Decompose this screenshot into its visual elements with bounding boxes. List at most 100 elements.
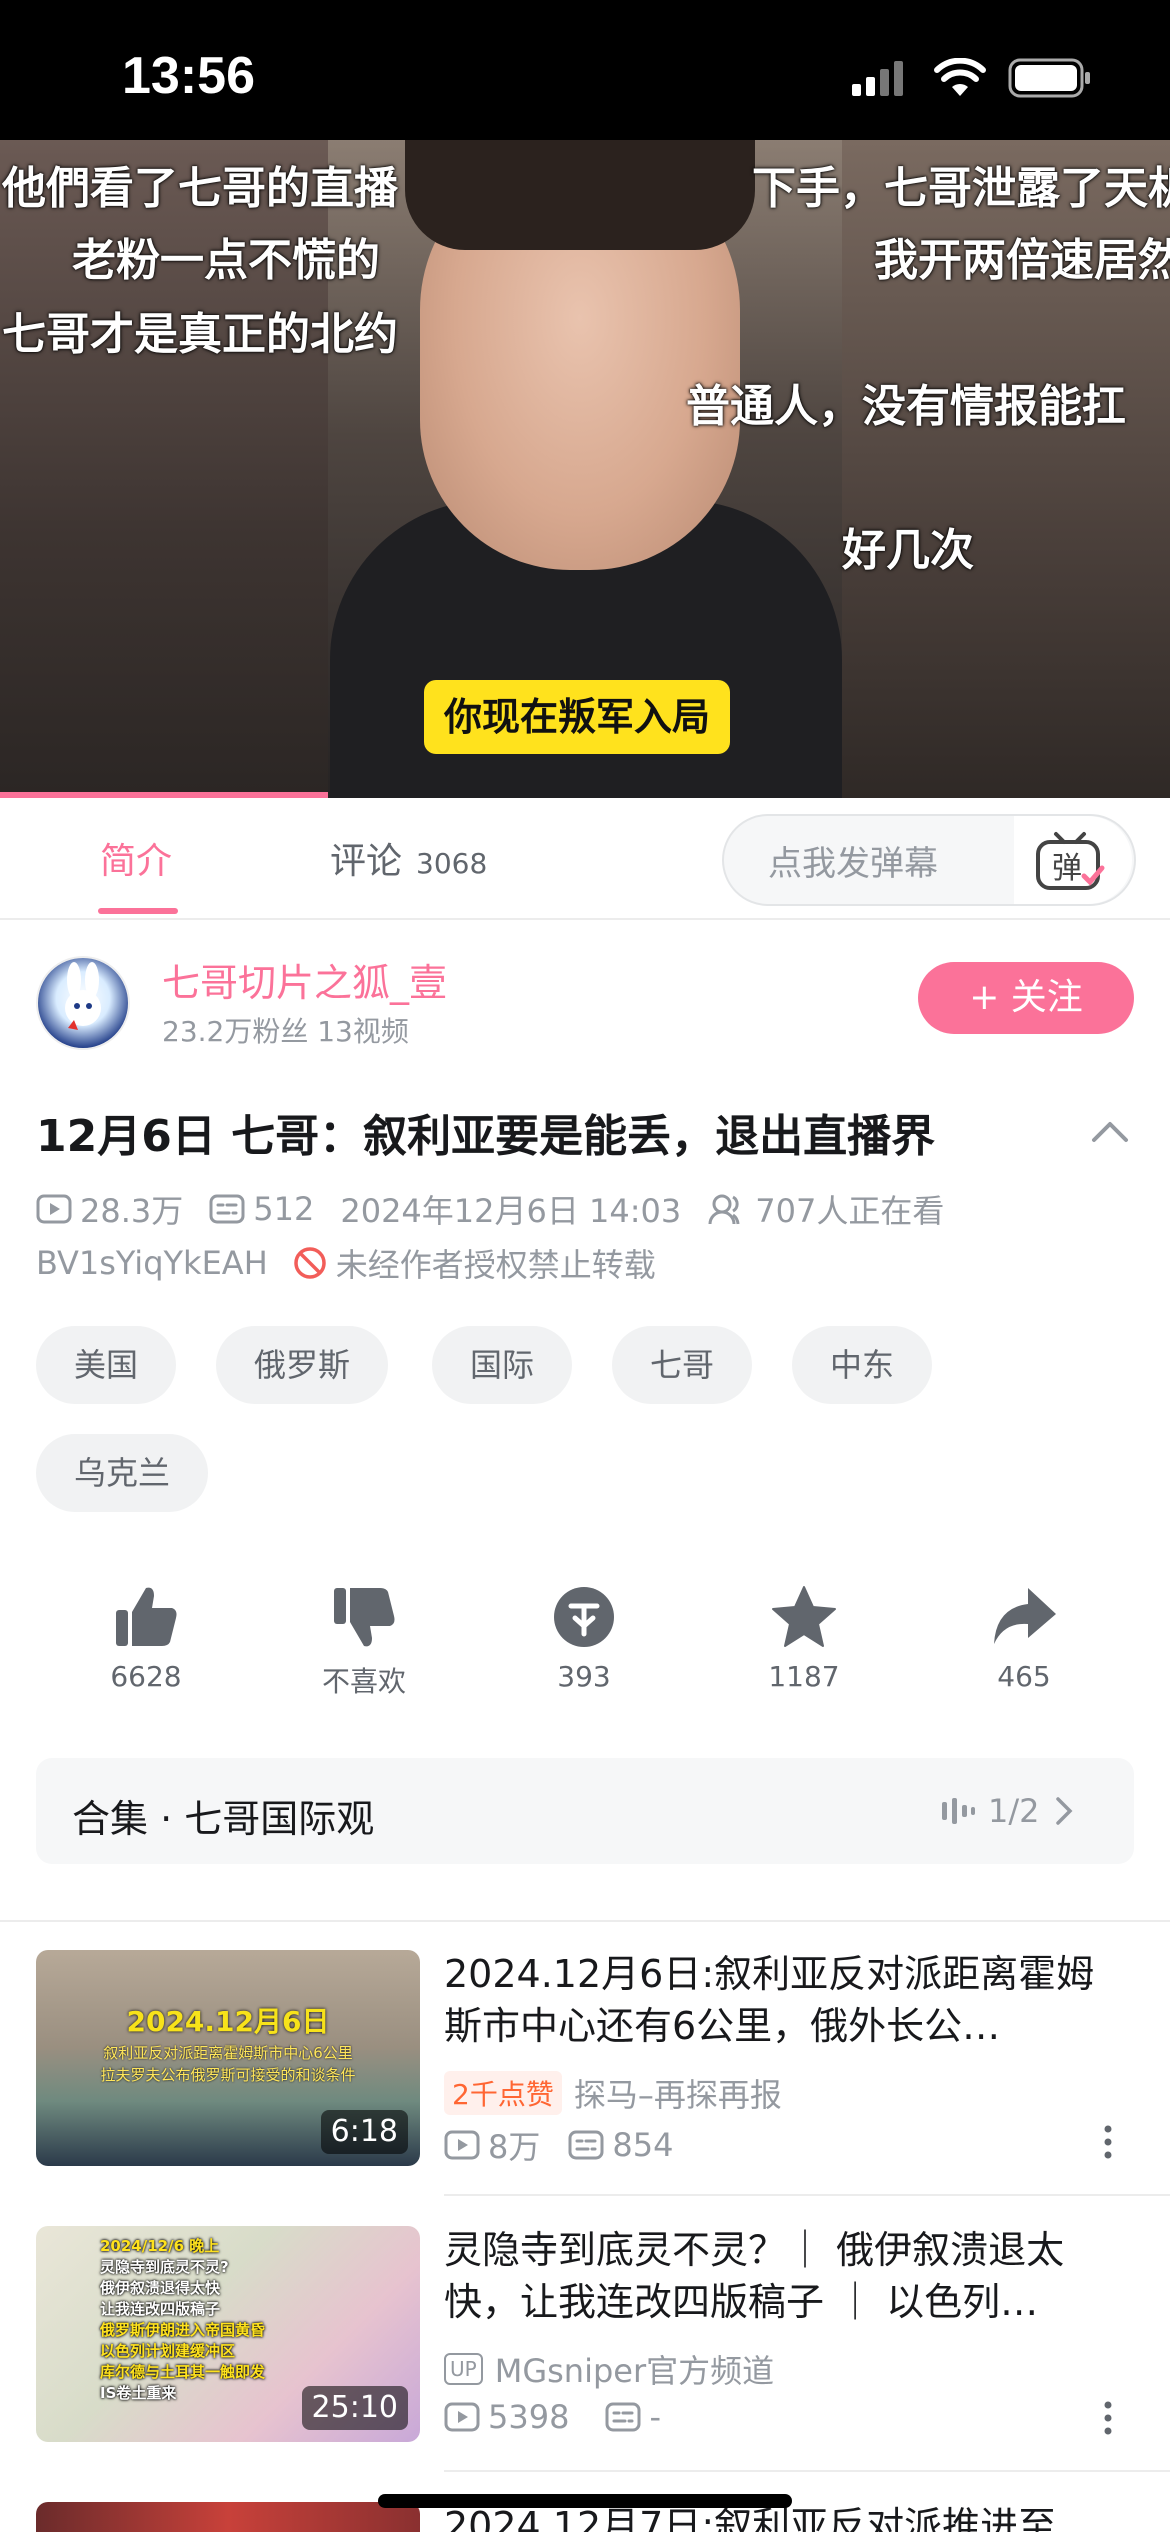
share-button[interactable]: 465 — [944, 1584, 1104, 1693]
divider — [0, 918, 1170, 920]
up-badge-icon: UP — [444, 2353, 483, 2385]
video-thumbnail[interactable] — [36, 2502, 420, 2532]
recommended-video-author: MGsniper官方频道 — [494, 2352, 775, 2390]
more-options-icon[interactable] — [1100, 2400, 1116, 2436]
play-count-icon — [444, 2402, 480, 2432]
wifi-icon — [934, 58, 986, 96]
tag[interactable]: 乌克兰 — [36, 1434, 209, 1512]
overlay-text: 老粉一点不慌的 — [72, 235, 380, 286]
tab-active-indicator — [98, 908, 178, 914]
collection-progress[interactable]: 1/2 — [940, 1792, 1078, 1830]
thumbnail-caption: 叙利亚反对派距离霍姆斯市中心6公里 — [103, 2044, 353, 2062]
star-icon — [772, 1586, 836, 1647]
no-repost-icon — [294, 1247, 326, 1279]
video-duration: 25:10 — [301, 2386, 408, 2430]
danmaku-placeholder: 点我发弹幕 — [768, 844, 938, 884]
divider — [444, 2470, 1170, 2472]
watching-count: 707人正在看 — [755, 1192, 945, 1230]
danmaku-count: 512 — [253, 1190, 315, 1228]
video-progress-bar[interactable] — [0, 792, 328, 798]
video-person-hair — [405, 140, 755, 250]
coin-button[interactable]: 393 — [504, 1584, 664, 1693]
thumbnail-caption: 让我连改四版稿子 — [100, 2300, 221, 2318]
thumbnail-caption-block: 2024/12/6 晚上 灵隐寺到底灵不灵? 俄伊叙溃退得太快 让我连改四版稿子… — [100, 2236, 265, 2404]
tab-comments[interactable]: 评论 3068 — [330, 832, 487, 884]
collection-progress-text: 1/2 — [988, 1792, 1040, 1830]
thumbs-down-icon — [334, 1588, 395, 1647]
chevron-up-icon[interactable] — [1088, 1110, 1132, 1154]
recommended-view-count: 5398 — [488, 2398, 570, 2436]
danmaku-count-icon — [209, 1194, 245, 1224]
recommended-video-author-row[interactable]: 2千点赞 探马–再探再报 — [444, 2070, 782, 2116]
video-player[interactable]: 他們看了七哥的直播 老粉一点不慌的 七哥才是真正的北约 下手，七哥泄露了天机 我… — [0, 140, 1170, 798]
divider — [444, 2194, 1170, 2196]
status-time: 13:56 — [122, 47, 255, 105]
divider — [0, 1920, 1170, 1922]
video-thumbnail[interactable]: 2024.12月6日 叙利亚反对派距离霍姆斯市中心6公里 拉夫罗夫公布俄罗斯可接… — [36, 1950, 420, 2166]
recommended-video-stats: 8万 854 — [444, 2122, 673, 2168]
bvid: BV1sYiqYkEAH — [36, 1244, 268, 1282]
video-thumbnail[interactable]: 2024/12/6 晚上 灵隐寺到底灵不灵? 俄伊叙溃退得太快 让我连改四版稿子… — [36, 2226, 420, 2442]
view-count: 28.3万 — [80, 1192, 184, 1230]
uploader-name[interactable]: 七哥切片之狐_壹 — [162, 952, 447, 1007]
video-duration: 6:18 — [320, 2110, 408, 2154]
dislike-button[interactable]: 不喜欢 — [284, 1584, 444, 1700]
tag[interactable]: 国际 — [432, 1326, 573, 1404]
thumbnail-caption: IS卷土重来 — [100, 2384, 177, 2402]
tag[interactable]: 美国 — [36, 1326, 177, 1404]
danmaku-count-icon — [568, 2130, 604, 2160]
thumbs-up-icon — [116, 1587, 177, 1646]
overlay-text: 我开两倍速居然 — [874, 235, 1170, 286]
recommended-danmaku-count: 854 — [612, 2126, 674, 2164]
recommended-video-title[interactable]: 灵隐寺到底灵不灵？｜ 俄伊叙溃退太快，让我连改四版稿子 ｜ 以色列… — [444, 2224, 1124, 2328]
status-bar: 13:56 — [0, 0, 1170, 140]
recommended-video-stats: 5398 - — [444, 2398, 661, 2436]
video-subtitle: 你现在叛军入局 — [424, 680, 731, 754]
collection-title: 合集 · 七哥国际观 — [72, 1797, 375, 1841]
like-count: 6628 — [110, 1660, 182, 1693]
recommended-video-title[interactable]: 2024.12月6日:叙利亚反对派距离霍姆斯市中心还有6公里，俄外长公… — [444, 1948, 1124, 2052]
tab-intro[interactable]: 简介 — [100, 832, 172, 884]
signal-icon — [852, 61, 903, 96]
thumbnail-caption: 拉夫罗夫公布俄罗斯可接受的和谈条件 — [100, 2066, 356, 2084]
battery-icon — [1008, 58, 1090, 98]
play-count-icon — [36, 1194, 72, 1224]
fox-avatar-icon — [65, 962, 101, 1030]
overlay-text: 七哥才是真正的北约 — [2, 309, 398, 360]
like-button[interactable]: 6628 — [66, 1584, 226, 1693]
recommended-video-author: 探马–再探再报 — [573, 2076, 782, 2114]
favorite-button[interactable]: 1187 — [724, 1584, 884, 1693]
overlay-text: 好几次 — [842, 525, 974, 576]
overlay-text: 他們看了七哥的直播 — [2, 163, 398, 214]
overlay-text: 下手，七哥泄露了天机 — [752, 163, 1170, 214]
danmaku-tv-icon: 弹 — [1036, 832, 1105, 890]
chevron-right-icon — [1055, 1797, 1072, 1825]
tag[interactable]: 七哥 — [612, 1326, 753, 1404]
coin-icon — [554, 1587, 614, 1647]
thumbnail-caption: 2024/12/6 晚上 — [100, 2237, 220, 2255]
video-meta-row-2: BV1sYiqYkEAH 未经作者授权禁止转载 — [36, 1240, 656, 1286]
thumbnail-caption: 俄伊叙溃退得太快 — [100, 2279, 221, 2297]
recommended-view-count: 8万 — [488, 2128, 541, 2166]
thumbnail-caption: 俄罗斯伊朗进入帝国黄昏 — [100, 2321, 266, 2339]
dislike-label: 不喜欢 — [321, 1665, 406, 1698]
favorite-count: 1187 — [768, 1660, 840, 1693]
coin-count: 393 — [557, 1660, 611, 1693]
tab-comments-count: 3068 — [416, 847, 488, 880]
video-title: 12月6日 七哥：叙利亚要是能丢，退出直播界 — [36, 1111, 936, 1162]
danmaku-toggle-button[interactable]: 弹 — [1014, 816, 1132, 904]
tab-comments-label: 评论 — [330, 841, 403, 882]
overlay-text: 普通人，没有情报能扛 — [686, 381, 1126, 432]
tag[interactable]: 中东 — [792, 1326, 933, 1404]
thumbnail-caption: 库尔德与土耳其一触即发 — [100, 2363, 266, 2381]
tag[interactable]: 俄罗斯 — [216, 1326, 389, 1404]
uploader-avatar[interactable] — [36, 956, 130, 1050]
thumbnail-caption: 2024.12月6日 — [126, 2005, 330, 2038]
share-count: 465 — [997, 1660, 1051, 1693]
recommended-video-author-row[interactable]: UP MGsniper官方频道 — [444, 2346, 774, 2392]
home-indicator[interactable] — [378, 2494, 792, 2508]
playlist-icon — [942, 1798, 975, 1824]
play-count-icon — [444, 2130, 480, 2160]
follow-button[interactable]: + 关注 — [918, 962, 1134, 1034]
more-options-icon[interactable] — [1100, 2124, 1116, 2160]
